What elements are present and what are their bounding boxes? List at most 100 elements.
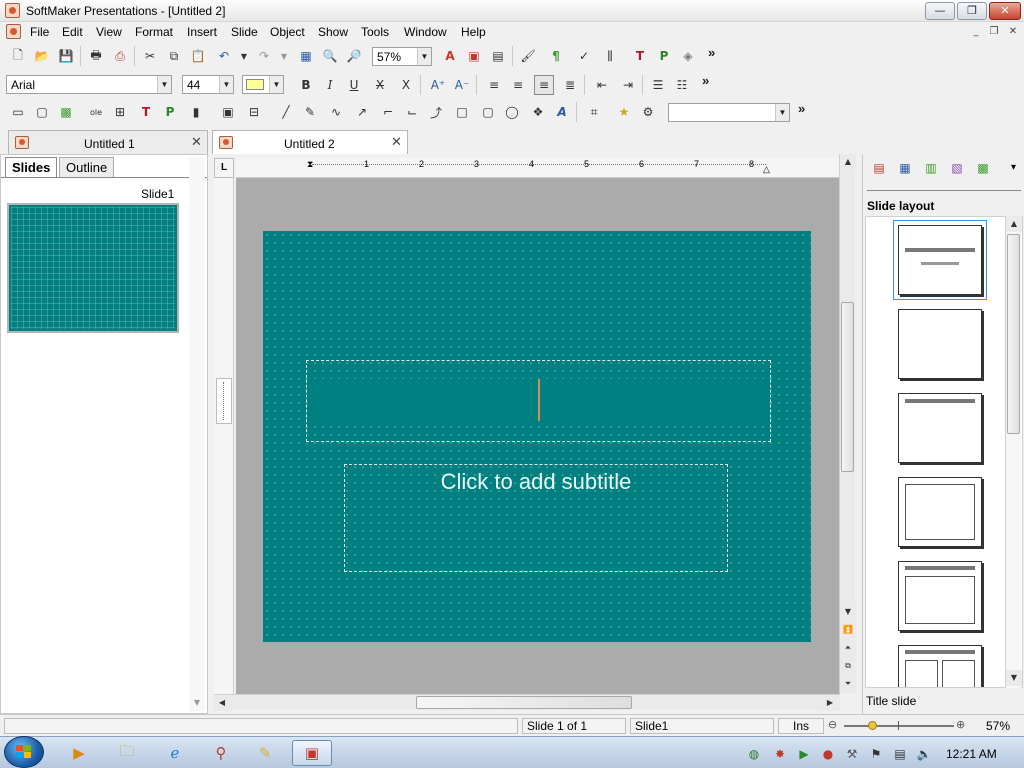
style-combo[interactable]: ▼ (668, 103, 790, 122)
scroll-right-icon[interactable]: ▶ (822, 695, 838, 711)
insert-textmaker-icon[interactable]: T (136, 102, 156, 122)
pdf-export-icon[interactable]: ⎙ (110, 46, 130, 66)
scroll-left-icon[interactable]: ◀ (214, 695, 230, 711)
network-icon[interactable]: ⚲ (204, 740, 238, 766)
layout-title-slide[interactable] (893, 220, 987, 300)
menu-insert[interactable]: Insert (186, 25, 218, 39)
shrink-font-icon[interactable]: A⁻ (452, 75, 472, 95)
star-icon[interactable]: ★ (614, 102, 634, 122)
app-icon[interactable] (5, 3, 20, 18)
animation-icon[interactable]: ⚙ (638, 102, 658, 122)
rectangle-icon[interactable]: □ (452, 102, 472, 122)
design-icon[interactable]: ▦ (895, 158, 915, 178)
menu-show[interactable]: Show (317, 25, 349, 39)
scroll-thumb[interactable] (416, 696, 632, 709)
redo-icon[interactable]: ↷ (254, 46, 274, 66)
insert-textframe-icon[interactable]: ▭ (8, 102, 28, 122)
ruler-right-marker[interactable]: △ (763, 164, 770, 175)
paste-icon[interactable]: 📋 (188, 46, 208, 66)
play-tray-icon[interactable]: ▶ (796, 746, 812, 762)
mdi-minimize-button[interactable]: _ (968, 25, 984, 39)
menu-format[interactable]: Format (134, 25, 174, 39)
new-document-icon[interactable]: 🗋 (8, 46, 28, 66)
autoshape-icon[interactable]: ❖ (528, 102, 548, 122)
chevron-down-icon[interactable]: ▼ (157, 76, 171, 93)
toolbar-overflow-icon[interactable]: » (708, 45, 715, 60)
ole-object-icon[interactable]: ole (86, 102, 106, 122)
insert-chart-icon[interactable]: ⊞ (110, 102, 130, 122)
main-horizontal-scrollbar[interactable]: ◀ ▶ (214, 694, 840, 711)
textart-icon[interactable]: A (552, 102, 572, 122)
increase-indent-icon[interactable]: ⇥ (618, 75, 638, 95)
layout-content[interactable] (898, 477, 982, 547)
font-size-combo[interactable]: 44 ▼ (182, 75, 234, 94)
elbow-connector-icon[interactable]: ⌙ (402, 102, 422, 122)
horizontal-ruler[interactable]: ⧗ △ 1 2 3 4 5 6 7 8 (236, 158, 840, 178)
redo-dropdown-icon[interactable]: ▼ (274, 46, 294, 66)
presentations-icon[interactable]: ◈ (678, 46, 698, 66)
font-combo[interactable]: Arial ▼ (6, 75, 172, 94)
layout-scrollbar[interactable]: ▲ ▼ (1005, 216, 1022, 688)
highlight-color-combo[interactable]: ▼ (242, 75, 284, 94)
start-button[interactable] (4, 736, 44, 768)
menu-edit[interactable]: Edit (61, 25, 84, 39)
ellipse-icon[interactable]: ◯ (502, 102, 522, 122)
connector-icon[interactable]: ⌐ (378, 102, 398, 122)
strikethrough-icon[interactable]: X (370, 75, 390, 95)
menu-object[interactable]: Object (269, 25, 306, 39)
undo-icon[interactable]: ↶ (214, 46, 234, 66)
menu-help[interactable]: Help (460, 25, 487, 39)
mdi-close-button[interactable]: ✕ (1005, 25, 1021, 39)
bullets-icon[interactable]: ☰ (648, 75, 668, 95)
format-painter-icon[interactable]: 🖌 (518, 46, 538, 66)
insert-frame-icon[interactable]: ▢ (32, 102, 52, 122)
minimize-button[interactable]: — (925, 2, 955, 20)
insert-media-icon[interactable]: ▮ (186, 102, 206, 122)
status-insert-mode[interactable]: Ins (778, 718, 824, 734)
textmaker-icon[interactable]: T (630, 46, 650, 66)
underline-icon[interactable]: U (344, 75, 364, 95)
document-icon[interactable] (6, 24, 21, 39)
line-icon[interactable]: ╱ (276, 102, 296, 122)
chevron-down-icon[interactable]: ▼ (219, 76, 233, 93)
zoom-tool-icon[interactable]: 🔍 (320, 46, 340, 66)
text-frame-icon[interactable]: A (440, 46, 460, 66)
security-tray-icon[interactable]: ● (820, 746, 836, 762)
toolbar-overflow-icon[interactable]: » (702, 73, 709, 88)
scroll-down-icon[interactable]: ▼ (840, 604, 856, 620)
menu-tools[interactable]: Tools (360, 25, 390, 39)
arrow-icon[interactable]: ↗ (352, 102, 372, 122)
calendar-icon[interactable]: ▦ (296, 46, 316, 66)
chevron-down-icon[interactable]: ▼ (775, 104, 789, 121)
next-slide-icon[interactable]: ⏷ (840, 676, 856, 692)
numbering-icon[interactable]: ☷ (672, 75, 692, 95)
layout-two-content[interactable] (898, 645, 982, 687)
tab-outline[interactable]: Outline (59, 157, 115, 177)
decrease-indent-icon[interactable]: ⇤ (592, 75, 612, 95)
open-folder-icon[interactable]: 📂 (32, 46, 52, 66)
slide-overview-icon[interactable]: ⧉ (840, 658, 856, 674)
title-placeholder[interactable] (306, 360, 771, 442)
volume-tray-icon[interactable]: 🔈 (916, 746, 932, 762)
paragraph-marks-icon[interactable]: ¶ (546, 46, 566, 66)
layout-title-content[interactable] (898, 561, 982, 631)
scroll-down-icon[interactable]: ▼ (1006, 670, 1022, 686)
align-center-icon[interactable]: ≡ (534, 75, 554, 95)
color-scheme-icon[interactable]: ▥ (921, 158, 941, 178)
animation-scheme-icon[interactable]: ▧ (947, 158, 967, 178)
zoom-combo[interactable]: 57% ▼ (372, 47, 432, 66)
ruler-corner[interactable]: L (214, 158, 234, 178)
media-player-icon[interactable]: ▶ (62, 740, 96, 766)
tab-untitled-1[interactable]: Untitled 1 ✕ (8, 130, 208, 154)
print-icon[interactable]: 🖶 (86, 46, 106, 66)
insert-image-icon[interactable]: ▩ (56, 102, 76, 122)
restore-button[interactable]: ❐ (957, 2, 987, 20)
subtitle-placeholder[interactable]: Click to add subtitle (344, 464, 728, 572)
undo-dropdown-icon[interactable]: ▼ (234, 46, 254, 66)
curved-connector-icon[interactable]: ⤴ (426, 102, 446, 122)
justify-icon[interactable]: ≣ (560, 75, 580, 95)
copy-icon[interactable]: ⧉ (164, 46, 184, 66)
close-icon[interactable]: ✕ (391, 135, 402, 150)
first-slide-icon[interactable]: ⏫ (840, 622, 856, 638)
planmaker-icon[interactable]: P (654, 46, 674, 66)
